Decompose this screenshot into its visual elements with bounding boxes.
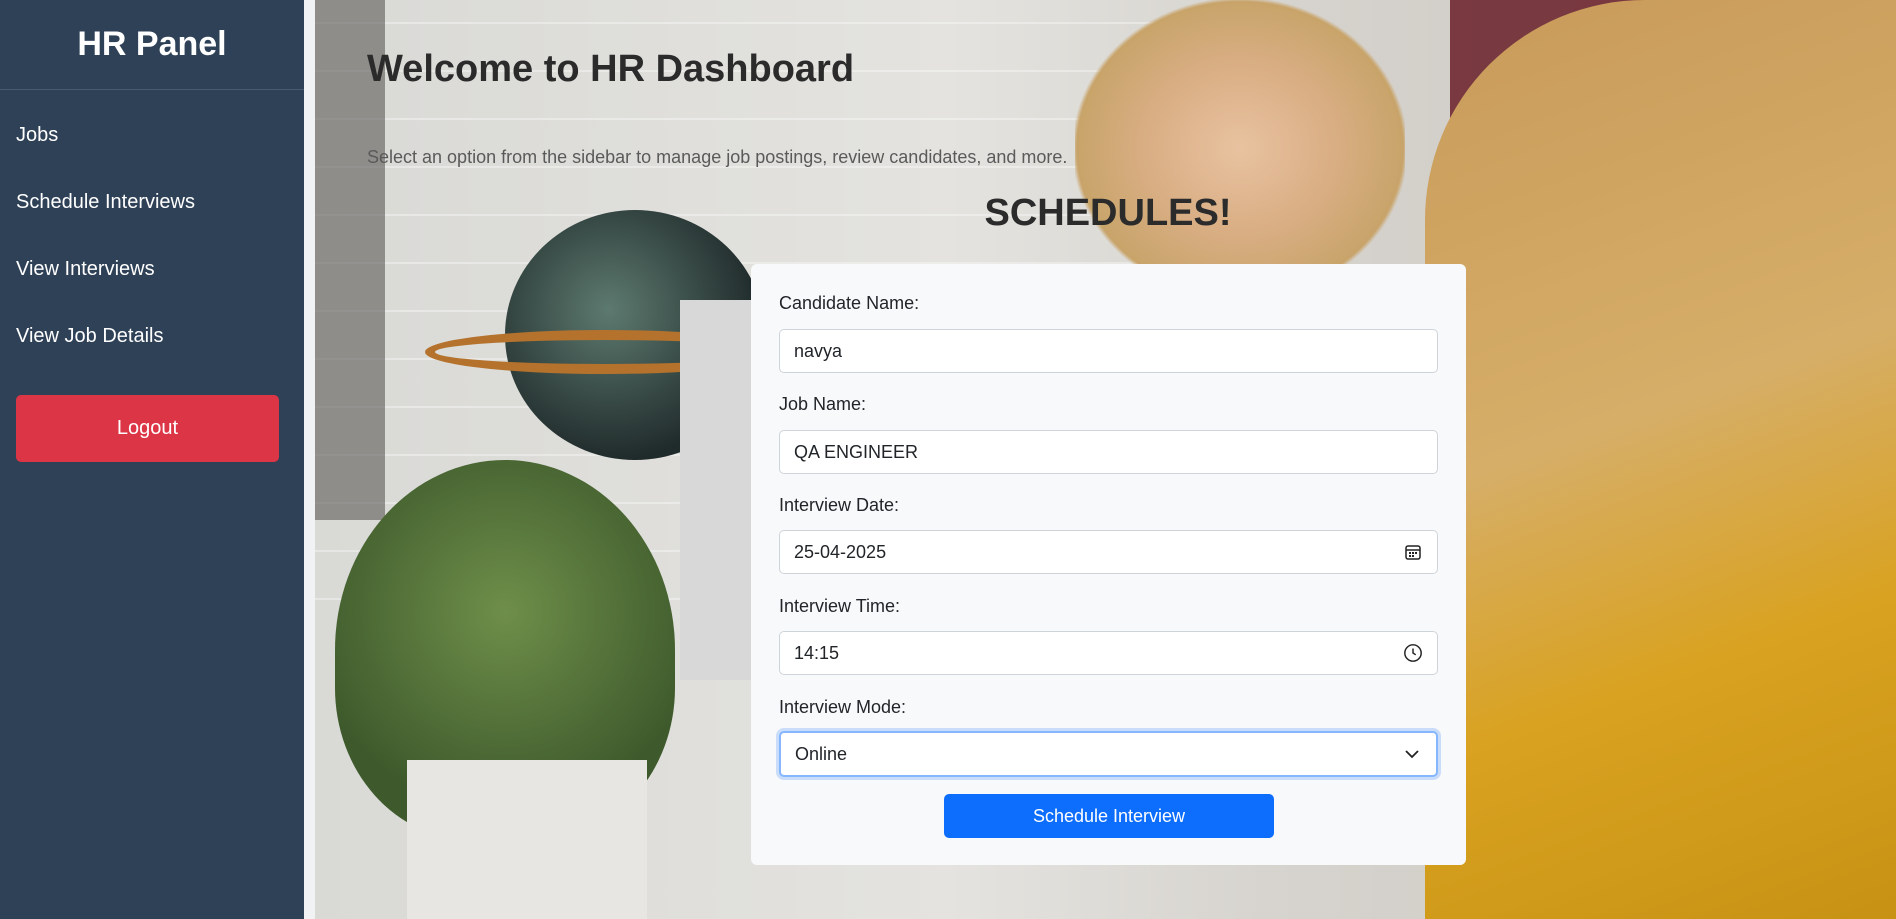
job-name-label: Job Name: <box>779 394 867 414</box>
interview-time-label: Interview Time: <box>779 596 901 616</box>
smiling-woman <box>1075 0 1405 270</box>
sidebar-item-schedule-interviews[interactable]: Schedule Interviews <box>0 169 304 236</box>
sidebar-nav: Jobs Schedule Interviews View Interviews… <box>0 90 304 370</box>
laptop <box>680 300 760 680</box>
page-title: Welcome to HR Dashboard <box>367 48 855 90</box>
sidebar-item-view-job-details[interactable]: View Job Details <box>0 303 304 370</box>
candidate-name-input[interactable]: navya <box>779 329 1438 373</box>
candidate-name-label: Candidate Name: <box>779 293 920 313</box>
sidebar-item-jobs[interactable]: Jobs <box>0 102 304 169</box>
clock-icon[interactable] <box>1403 643 1423 663</box>
interview-date-value: 25-04-2025 <box>794 541 887 562</box>
chevron-down-icon <box>1402 744 1422 764</box>
interview-mode-value: Online <box>795 743 848 764</box>
job-name-value: QA ENGINEER <box>794 441 919 462</box>
page-subtitle: Select an option from the sidebar to man… <box>367 147 1068 167</box>
schedule-interview-form: Candidate Name: navya Job Name: QA ENGIN… <box>751 264 1466 865</box>
sidebar-item-view-interviews[interactable]: View Interviews <box>0 236 304 303</box>
schedule-interview-button[interactable]: Schedule Interview <box>944 794 1274 838</box>
interview-mode-label: Interview Mode: <box>779 697 907 717</box>
calendar-icon[interactable] <box>1403 542 1423 562</box>
interview-mode-select[interactable]: Online <box>779 731 1438 777</box>
sidebar: HR Panel Jobs Schedule Interviews View I… <box>0 0 304 919</box>
interview-time-value: 14:15 <box>794 642 840 663</box>
woman-yellow-sweater <box>1425 0 1896 919</box>
logout-button[interactable]: Logout <box>16 395 279 462</box>
candidate-name-value: navya <box>794 340 843 361</box>
interview-date-label: Interview Date: <box>779 495 900 515</box>
job-name-input[interactable]: QA ENGINEER <box>779 430 1438 474</box>
interview-time-input[interactable]: 14:15 <box>779 631 1438 675</box>
sidebar-title: HR Panel <box>0 0 304 90</box>
plant-pot <box>407 760 647 919</box>
interview-date-input[interactable]: 25-04-2025 <box>779 530 1438 574</box>
sidebar-divider <box>304 0 315 919</box>
